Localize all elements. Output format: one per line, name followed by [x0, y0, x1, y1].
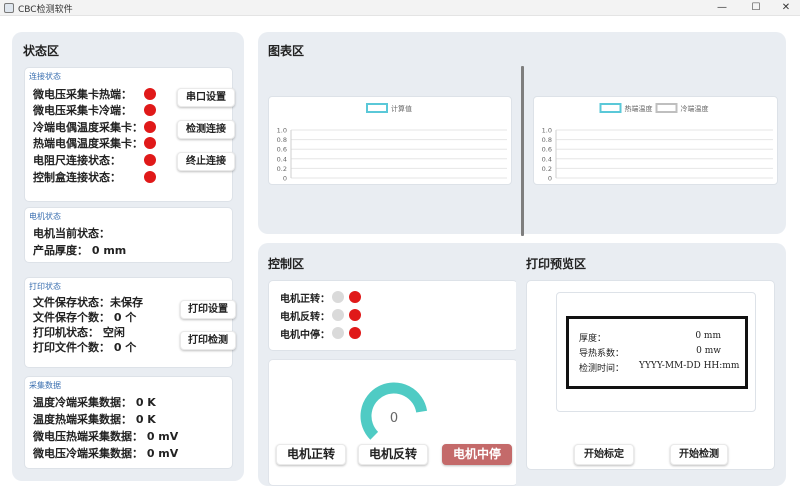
- y-tick-label: 0.6: [277, 146, 287, 154]
- preview-thickness-label: 厚度：: [579, 334, 607, 344]
- hot-temperature-data: 温度热端采集数据： 0 K: [33, 413, 156, 426]
- temperature-chart: 热端温度 冷端温度 0 0.2 0.40.6 0.81.0: [542, 103, 773, 183]
- preview-conductivity-label: 导热系数：: [579, 349, 625, 359]
- speed-gauge: 0: [360, 382, 428, 440]
- y-tick-label: 0.2: [542, 165, 552, 173]
- temperature-chart-card: 热端温度 冷端温度 0 0.2 0.4 0.6 0.8 1.0: [533, 96, 778, 185]
- status-panel-title: 状态区: [23, 44, 60, 58]
- motor-forward-gray-led: [332, 291, 344, 303]
- print-test-button[interactable]: 打印检测: [180, 331, 236, 350]
- print-settings-button[interactable]: 打印设置: [180, 300, 236, 319]
- preview-conductivity-value: 0 mw: [696, 346, 721, 356]
- legend-label-0: 热端温度: [625, 104, 653, 113]
- product-thickness: 产品厚度： 0 mm: [33, 244, 127, 257]
- motor-reverse-gray-led: [332, 309, 344, 321]
- close-button[interactable]: ✕: [772, 0, 800, 16]
- cold-thermocouple-status-led: [144, 121, 156, 133]
- motor-stop-red-led: [349, 327, 361, 339]
- print-preview-label: 厚度： 0 mm 导热系数： 0 mw 检测时间： YYYY-MM-DD HH:…: [566, 316, 748, 389]
- hot-voltage-status-led: [144, 88, 156, 100]
- legend-label-1: 冷端温度: [681, 104, 709, 113]
- preview-thickness-value: 0 mm: [695, 331, 721, 341]
- collected-data-card: 采集数据 温度冷端采集数据： 0 K 温度热端采集数据： 0 K 微电压热端采集…: [24, 376, 233, 469]
- cold-voltage-card-label: 微电压采集卡冷端：: [33, 104, 132, 117]
- motor-forward-button[interactable]: 电机正转: [276, 444, 346, 465]
- y-tick-label: 0.4: [277, 155, 287, 163]
- y-tick-label: 0.6: [542, 146, 552, 154]
- minimize-button[interactable]: —: [708, 0, 736, 16]
- status-panel: 状态区 连接状态 微电压采集卡热端： 微电压采集卡冷端： 冷端电偶温度采集卡： …: [12, 32, 244, 481]
- motor-stop-gray-led: [332, 327, 344, 339]
- detect-connection-button[interactable]: 检测连接: [177, 120, 235, 139]
- legend-swatch-1: [655, 103, 678, 113]
- connection-card: 连接状态 微电压采集卡热端： 微电压采集卡冷端： 冷端电偶温度采集卡： 热端电偶…: [24, 67, 235, 202]
- legend-swatch-0: [599, 103, 622, 113]
- print-preview-page: 厚度： 0 mm 导热系数： 0 mw 检测时间： YYYY-MM-DD HH:…: [556, 292, 756, 412]
- hot-thermocouple-status-led: [144, 137, 156, 149]
- serial-settings-button[interactable]: 串口设置: [177, 88, 235, 107]
- gauge-value: 0: [390, 411, 398, 426]
- y-tick-label: 1.0: [542, 127, 552, 135]
- y-tick-label: 0.2: [277, 165, 287, 173]
- file-save-count: 文件保存个数： 0 个: [33, 311, 137, 324]
- hot-voltage-card-label: 微电压采集卡热端：: [33, 88, 132, 101]
- print-preview-title: 打印预览区: [526, 257, 587, 271]
- maximize-button[interactable]: ☐: [742, 0, 770, 16]
- control-box-status-led: [144, 171, 156, 183]
- motor-status-card-title: 电机状态: [29, 212, 61, 221]
- calc-value-chart-card: 计算值 0 0.2 0.4 0.6 0.8 1.0: [268, 96, 512, 185]
- motor-reverse-button[interactable]: 电机反转: [358, 444, 428, 465]
- motor-status-card: 电机状态 电机当前状态： 产品厚度： 0 mm: [24, 207, 233, 263]
- control-panel-title: 控制区: [268, 257, 305, 271]
- chart-splitter[interactable]: [521, 66, 524, 236]
- stop-connection-button[interactable]: 终止连接: [177, 152, 235, 171]
- resistance-ruler-status-led: [144, 154, 156, 166]
- control-box-label: 控制盒连接状态：: [33, 171, 121, 184]
- print-status-card: 打印状态 文件保存状态：未保存 文件保存个数： 0 个 打印机状态： 空闲 打印…: [24, 277, 236, 368]
- chart-panel-title: 图表区: [268, 44, 305, 58]
- y-tick-label: 0: [283, 175, 287, 183]
- cold-voltage-status-led: [144, 104, 156, 116]
- printer-status: 打印机状态： 空闲: [33, 326, 125, 339]
- motor-current-status: 电机当前状态：: [33, 227, 110, 240]
- file-save-status: 文件保存状态：未保存: [33, 296, 143, 309]
- y-tick-label: 0.8: [277, 136, 287, 144]
- cold-temperature-data: 温度冷端采集数据： 0 K: [33, 396, 156, 409]
- preview-time-label: 检测时间：: [579, 364, 625, 374]
- title-bar: CBC检测软件 — ☐ ✕: [0, 0, 800, 16]
- motor-stop-button[interactable]: 电机中停: [442, 444, 512, 465]
- start-detection-button[interactable]: 开始检测: [670, 444, 728, 465]
- legend-label-0: 计算值: [391, 104, 412, 113]
- cold-voltage-data: 微电压冷端采集数据： 0 mV: [33, 447, 179, 460]
- print-status-card-title: 打印状态: [29, 282, 61, 291]
- y-tick-label: 0.4: [542, 155, 552, 163]
- window-title: CBC检测软件: [18, 5, 73, 15]
- motor-forward-red-led: [349, 291, 361, 303]
- legend-swatch-0: [366, 103, 388, 113]
- calc-value-chart: 计算值 0 0.2 0.40.6 0.81.0: [277, 103, 507, 183]
- resistance-ruler-label: 电阻尺连接状态：: [33, 154, 121, 167]
- y-tick-label: 1.0: [277, 127, 287, 135]
- hot-thermocouple-card-label: 热端电偶温度采集卡：: [33, 137, 143, 150]
- preview-time-value: YYYY-MM-DD HH:mm: [639, 361, 740, 371]
- gauge-card: 0: [268, 359, 518, 486]
- print-file-count: 打印文件个数： 0 个: [33, 341, 137, 354]
- hot-voltage-data: 微电压热端采集数据： 0 mV: [33, 430, 179, 443]
- app-body: 状态区 连接状态 微电压采集卡热端： 微电压采集卡冷端： 冷端电偶温度采集卡： …: [0, 16, 800, 486]
- y-tick-label: 0: [548, 175, 552, 183]
- motor-stop-label: 电机中停：: [280, 330, 330, 341]
- y-tick-label: 0.8: [542, 136, 552, 144]
- connection-card-title: 连接状态: [29, 72, 61, 81]
- app-icon: [4, 3, 14, 13]
- start-calibration-button[interactable]: 开始标定: [574, 444, 634, 465]
- motor-forward-label: 电机正转：: [280, 294, 330, 305]
- motor-reverse-red-led: [349, 309, 361, 321]
- collected-data-card-title: 采集数据: [29, 381, 61, 390]
- cold-thermocouple-card-label: 冷端电偶温度采集卡：: [33, 121, 143, 134]
- motor-reverse-label: 电机反转：: [280, 312, 330, 323]
- motor-control-status-card: 电机正转： 电机反转： 电机中停：: [268, 280, 518, 351]
